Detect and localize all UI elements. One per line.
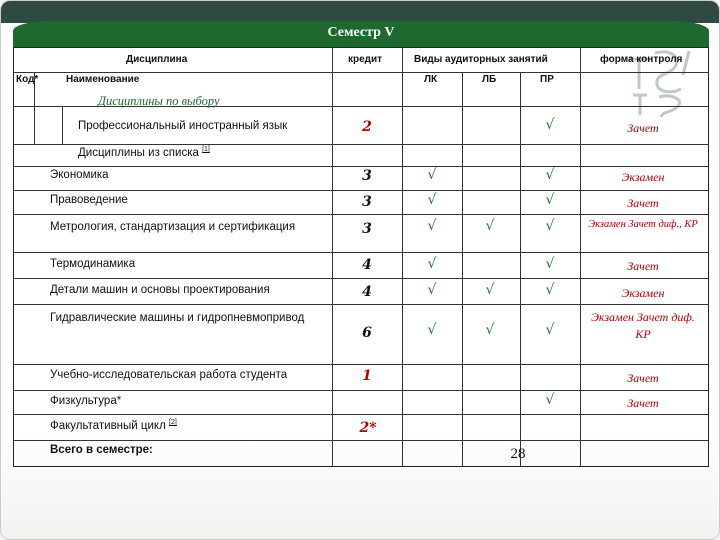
check-mark: √ [427, 282, 437, 298]
table-row-control: Экзамен Зачет диф., КР [588, 219, 698, 230]
check-mark: √ [427, 322, 437, 338]
table-row-control: Экзамен [621, 286, 665, 300]
check-mark: √ [485, 322, 495, 338]
table-row-name: Термодинамика [50, 258, 136, 270]
table-row-control: Экзамен Зачет диф. КР [591, 310, 695, 341]
grid-line [580, 48, 581, 466]
footnote-link-2[interactable]: [2] [169, 419, 177, 426]
table-row-control: Экзамен [621, 170, 665, 184]
grid-line [14, 390, 708, 391]
page-title: Семестр V [327, 25, 395, 40]
grid-line [14, 144, 708, 145]
header-pr: ПР [540, 74, 554, 85]
grid-line [14, 364, 708, 365]
grid-line [520, 72, 521, 466]
group-from-list-label: Дисциплины из списка [78, 146, 199, 159]
grid-line [14, 252, 708, 253]
grid-line [14, 278, 708, 279]
table-row-credit: 2* [359, 420, 377, 436]
grid-line [14, 440, 708, 441]
table-row-credit: 6 [362, 325, 372, 341]
table-row-name: Гидравлические машины и гидропневмоприво… [50, 312, 305, 324]
table-row-name: Метрология, стандартизация и сертификаци… [50, 221, 296, 233]
header-activity-types: Виды аудиторных занятий [414, 54, 548, 65]
table-row-credit: 1 [362, 368, 372, 384]
grid-line [14, 414, 708, 415]
group-elective: Дисциплины по выбору [98, 94, 220, 108]
check-mark: √ [545, 322, 555, 338]
check-mark: √ [427, 192, 437, 208]
check-mark: √ [427, 256, 437, 272]
footnote-link-1[interactable]: [1] [202, 146, 210, 153]
check-mark: √ [485, 218, 495, 234]
table-row-name: Правоведение [50, 194, 128, 206]
table-row-name: Детали машин и основы проектирования [50, 284, 270, 296]
group-from-list: Дисциплины из списка [1] [78, 146, 210, 159]
table-row-name: Физкультура* [50, 395, 122, 407]
header-credit: кредит [348, 54, 383, 65]
curriculum-table: Дисциплина кредит Виды аудиторных заняти… [13, 47, 709, 467]
table-row-credit: 3 [362, 194, 372, 210]
check-mark: √ [545, 117, 555, 133]
header-discipline: Дисциплина [126, 54, 188, 65]
check-mark: √ [545, 167, 555, 183]
table-row-credit: 3 [362, 221, 372, 237]
total-label: Всего в семестре: [50, 444, 153, 456]
grid-line [14, 214, 708, 215]
grid-line [332, 48, 333, 466]
check-mark: √ [545, 256, 555, 272]
table-row-control: Зачет [627, 121, 659, 135]
table-row-control: Зачет [627, 259, 659, 273]
table-row-control: Зачет [627, 196, 659, 210]
table-row-name: Профессиональный иностранный язык [78, 120, 288, 132]
header-lb: ЛБ [482, 74, 497, 85]
grid-line [14, 304, 708, 305]
check-mark: √ [545, 192, 555, 208]
grid-line [402, 48, 403, 466]
header-name: Наименование [66, 74, 140, 85]
grid-line [14, 190, 708, 191]
check-mark: √ [545, 392, 555, 408]
table-row-credit: 4 [362, 257, 372, 273]
slide-frame: Семестр V Дисциплина кредит Виды аудитор… [0, 0, 720, 540]
header-control-form: форма контроля [600, 54, 683, 65]
table-row-name: Факультативный цикл [2] [50, 419, 177, 432]
table-row-name: Учебно-исследовательская работа студента [50, 369, 288, 381]
check-mark: √ [427, 218, 437, 234]
title-bar: Семестр V [13, 21, 709, 47]
grid-line [14, 166, 708, 167]
table-row-credit: 2 [362, 119, 372, 135]
total-value: 28 [510, 446, 526, 462]
header-lk: ЛК [424, 74, 438, 85]
grid-line [14, 72, 708, 73]
check-mark: √ [485, 282, 495, 298]
grid-line [462, 72, 463, 466]
table-row-control: Зачет [627, 371, 659, 385]
table-row-credit: 4 [362, 284, 372, 300]
check-mark: √ [545, 218, 555, 234]
header-code: Код* [16, 74, 39, 85]
check-mark: √ [545, 282, 555, 298]
grid-line [62, 106, 63, 144]
table-row-name-label: Факультативный цикл [50, 419, 166, 432]
check-mark: √ [427, 167, 437, 183]
top-band [1, 1, 719, 23]
table-row-name: Экономика [50, 169, 109, 181]
table-row-control: Зачет [627, 396, 659, 410]
table-row-credit: 3 [362, 168, 372, 184]
